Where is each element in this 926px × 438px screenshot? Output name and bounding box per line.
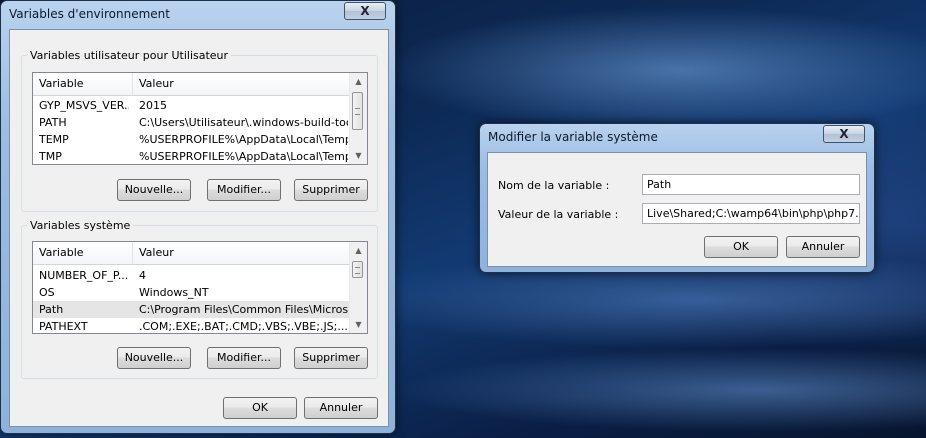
list-item-selected[interactable]: Path C:\Program Files\Common Files\Micro… (33, 301, 350, 318)
variable-name: PATH (39, 116, 67, 129)
user-variables-legend: Variables utilisateur pour Utilisateur (30, 49, 229, 62)
variable-value: 4 (139, 269, 146, 282)
column-header-variable[interactable]: Variable (33, 73, 133, 95)
env-cancel-button[interactable]: Annuler (304, 397, 378, 419)
list-item[interactable]: NUMBER_OF_P... 4 (33, 267, 350, 284)
edit-cancel-button[interactable]: Annuler (786, 236, 860, 258)
user-delete-button[interactable]: Supprimer (294, 179, 368, 201)
user-new-button[interactable]: Nouvelle... (117, 179, 191, 201)
env-window-title: Variables d'environnement (9, 7, 170, 21)
edit-title-bar[interactable]: Modifier la variable système X (480, 124, 874, 152)
column-header-variable[interactable]: Variable (33, 242, 133, 264)
scroll-down-arrow-icon[interactable]: ▼ (350, 316, 367, 333)
variable-value-field[interactable]: Live\Shared;C:\wamp64\bin\php\php7.3.1 (642, 203, 860, 224)
scroll-down-arrow-icon[interactable]: ▼ (350, 147, 367, 164)
env-close-button[interactable]: X (344, 2, 386, 20)
list-item[interactable]: GYP_MSVS_VER... 2015 (33, 97, 350, 114)
list-item[interactable]: TMP %USERPROFILE%\AppData\Local\Temp (33, 148, 350, 164)
edit-window-title: Modifier la variable système (488, 130, 658, 144)
list-item[interactable]: PATHEXT .COM;.EXE;.BAT;.CMD;.VBS;.VBE;.J… (33, 318, 350, 333)
variable-name: TMP (39, 150, 62, 163)
variable-value: 2015 (139, 99, 167, 112)
variable-value: %USERPROFILE%\AppData\Local\Temp (139, 133, 348, 146)
column-header-value[interactable]: Valeur (133, 73, 350, 95)
system-variables-list[interactable]: Variable Valeur NUMBER_OF_P... 4 OS Wind… (32, 241, 368, 334)
column-header-value[interactable]: Valeur (133, 242, 350, 264)
edit-variable-window: Modifier la variable système X Nom de la… (479, 123, 875, 273)
system-delete-button[interactable]: Supprimer (294, 347, 368, 369)
variable-name-field[interactable]: Path (642, 174, 860, 195)
variable-value: %USERPROFILE%\AppData\Local\Temp (139, 150, 348, 163)
variable-value: Windows_NT (139, 286, 209, 299)
env-ok-button[interactable]: OK (223, 397, 297, 419)
scroll-up-arrow-icon[interactable]: ▲ (350, 73, 367, 90)
variable-value-label: Valeur de la variable : (498, 208, 619, 221)
list-item[interactable]: OS Windows_NT (33, 284, 350, 301)
user-list-scrollbar[interactable]: ▲ ▼ (349, 73, 367, 164)
system-variables-legend: Variables système (30, 219, 131, 232)
user-list-header: Variable Valeur (33, 73, 350, 96)
env-title-bar[interactable]: Variables d'environnement X (1, 1, 395, 29)
edit-ok-button[interactable]: OK (704, 236, 778, 258)
list-item[interactable]: PATH C:\Users\Utilisateur\.windows-build… (33, 114, 350, 131)
variable-value: .COM;.EXE;.BAT;.CMD;.VBS;.VBE;.JS;.... (139, 320, 348, 333)
variable-name: NUMBER_OF_P... (39, 269, 129, 282)
user-edit-button[interactable]: Modifier... (207, 179, 281, 201)
variable-name: OS (39, 286, 55, 299)
user-variables-list[interactable]: Variable Valeur GYP_MSVS_VER... 2015 PAT… (32, 72, 368, 165)
variable-name: GYP_MSVS_VER... (39, 99, 129, 112)
variable-value: C:\Users\Utilisateur\.windows-build-tool… (139, 116, 348, 129)
system-list-header: Variable Valeur (33, 242, 350, 265)
variable-value: C:\Program Files\Common Files\Microsof..… (139, 303, 348, 316)
env-variables-window: Variables d'environnement X Variables ut… (0, 0, 396, 434)
system-new-button[interactable]: Nouvelle... (117, 347, 191, 369)
variable-name: TEMP (39, 133, 69, 146)
system-list-scrollbar[interactable]: ▲ ▼ (349, 242, 367, 333)
edit-client-area: Nom de la variable : Path Valeur de la v… (487, 152, 867, 267)
edit-close-button[interactable]: X (823, 125, 865, 143)
list-item[interactable]: TEMP %USERPROFILE%\AppData\Local\Temp (33, 131, 350, 148)
system-edit-button[interactable]: Modifier... (207, 347, 281, 369)
variable-name-label: Nom de la variable : (498, 179, 610, 192)
scroll-thumb[interactable] (352, 261, 363, 278)
variable-name: Path (39, 303, 64, 316)
env-client-area: Variables utilisateur pour Utilisateur V… (9, 29, 389, 427)
scroll-thumb[interactable] (352, 92, 363, 130)
scroll-up-arrow-icon[interactable]: ▲ (350, 242, 367, 259)
variable-name: PATHEXT (39, 320, 88, 333)
